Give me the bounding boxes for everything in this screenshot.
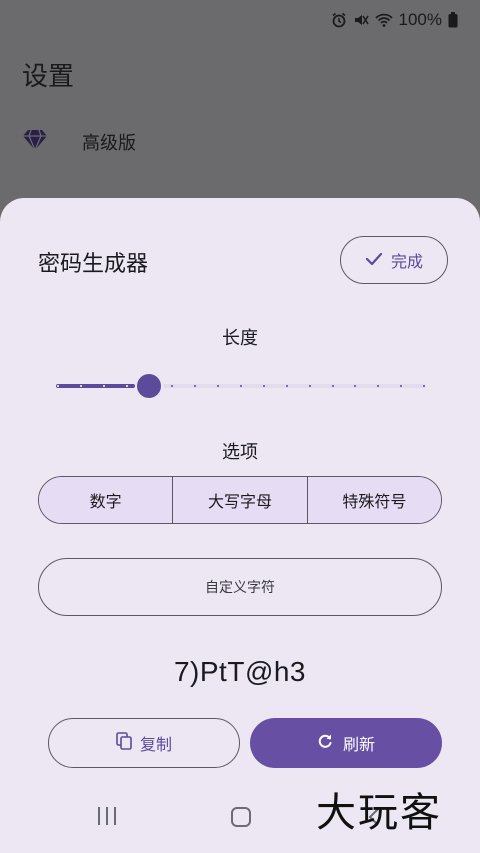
slider-tick bbox=[286, 385, 288, 387]
home-icon[interactable] bbox=[231, 807, 251, 827]
alarm-icon bbox=[331, 12, 347, 28]
refresh-button-label: 刷新 bbox=[342, 735, 375, 754]
slider-tick bbox=[57, 385, 59, 387]
slider-tick bbox=[103, 385, 105, 387]
battery-percentage: 100% bbox=[398, 10, 442, 29]
generated-password: 7)PtT@h3 bbox=[173, 656, 307, 687]
done-button-label: 完成 bbox=[390, 252, 423, 271]
status-bar: 100% bbox=[0, 0, 480, 40]
slider-tick bbox=[309, 385, 311, 387]
copy-button-label: 复制 bbox=[139, 735, 172, 754]
slider-tick bbox=[80, 385, 82, 387]
premium-label: 高级版 bbox=[82, 133, 136, 154]
slider-tick bbox=[354, 385, 356, 387]
password-generator-sheet: 密码生成器 完成 长度 选项 数字 大写字母 特殊符号 自定义字符 7)PtT@… bbox=[0, 198, 480, 853]
slider-tick bbox=[171, 385, 173, 387]
slider-tick bbox=[240, 385, 242, 387]
slider-tick bbox=[217, 385, 219, 387]
check-icon bbox=[365, 251, 383, 270]
slider-tick bbox=[263, 385, 265, 387]
slider-track-active bbox=[56, 384, 135, 388]
mute-icon bbox=[353, 12, 369, 28]
slider-tick bbox=[423, 385, 425, 387]
options-segmented-button: 数字 大写字母 特殊符号 bbox=[38, 476, 442, 524]
option-special-symbols[interactable]: 特殊符号 bbox=[306, 477, 441, 523]
options-label: 选项 bbox=[222, 442, 258, 463]
watermark-logo: 大玩客 bbox=[316, 790, 442, 836]
copy-button[interactable]: 复制 bbox=[48, 718, 240, 768]
slider-track-inactive bbox=[163, 384, 426, 388]
premium-row[interactable]: 高级版 bbox=[22, 128, 136, 156]
status-icons: 100% bbox=[331, 10, 458, 30]
option-uppercase[interactable]: 大写字母 bbox=[172, 477, 307, 523]
custom-characters-button[interactable]: 自定义字符 bbox=[38, 558, 442, 616]
slider-tick bbox=[400, 385, 402, 387]
slider-tick bbox=[377, 385, 379, 387]
done-button[interactable]: 完成 bbox=[340, 236, 448, 284]
slider-thumb[interactable] bbox=[137, 374, 161, 398]
length-label: 长度 bbox=[222, 328, 258, 349]
recent-apps-icon[interactable] bbox=[98, 807, 116, 825]
slider-tick bbox=[194, 385, 196, 387]
wifi-icon bbox=[374, 12, 393, 28]
refresh-icon bbox=[317, 733, 333, 753]
sheet-title: 密码生成器 bbox=[38, 252, 149, 277]
copy-icon bbox=[116, 732, 132, 754]
page-title: 设置 bbox=[22, 62, 75, 92]
diamond-icon bbox=[22, 128, 48, 156]
option-digits[interactable]: 数字 bbox=[39, 477, 173, 523]
slider-tick bbox=[126, 385, 128, 387]
battery-icon bbox=[448, 12, 458, 28]
refresh-button[interactable]: 刷新 bbox=[250, 718, 442, 768]
length-slider[interactable] bbox=[56, 374, 426, 398]
slider-tick bbox=[332, 385, 334, 387]
